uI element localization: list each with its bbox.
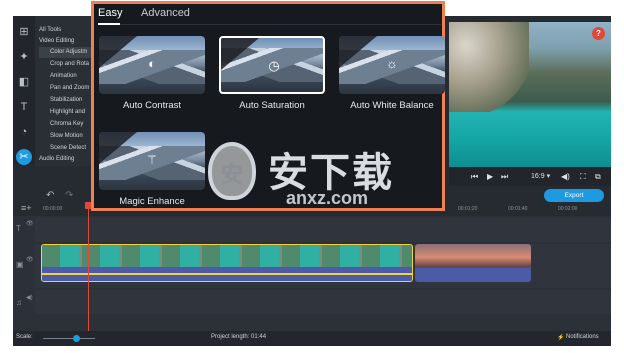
filter-thumb-auto-white-balance[interactable]: ☼ [339, 36, 445, 94]
tab-advanced[interactable]: Advanced [141, 7, 190, 19]
tree-item-slow-motion[interactable]: Slow Motion [50, 131, 83, 142]
audio-track [35, 290, 611, 314]
filter-label: Magic Enhance [119, 196, 185, 207]
magic-wand-tool-icon[interactable]: ✦ [16, 49, 32, 65]
timeline-tick: 00:01:40 [508, 206, 528, 212]
detach-icon[interactable]: ⧉ [595, 171, 601, 183]
filter-thumb-auto-saturation[interactable]: ◷ [219, 36, 325, 94]
tree-item-pan-zoom[interactable]: Pan and Zoom [50, 83, 89, 94]
contrast-icon: ◐ [148, 56, 156, 71]
status-bar: Scale: Project length: 01:44 ⚡ Notificat… [13, 331, 611, 346]
visibility-icon[interactable]: 👁 [26, 220, 34, 227]
tree-item-chroma-key[interactable]: Chroma Key [50, 119, 83, 130]
scale-slider[interactable] [43, 338, 95, 339]
thumb-corner [99, 36, 137, 68]
watermark: 安 安下载 anxz.com [208, 142, 448, 214]
notifications-link[interactable]: Notifications [566, 334, 599, 340]
filter-label: Auto Contrast [122, 100, 182, 111]
left-toolbar: ⊞ ✦ ◧ T ◔ ✂ [13, 16, 35, 165]
filter-thumb-auto-contrast[interactable]: ◐ [99, 36, 205, 94]
filter-label: Auto White Balance [350, 100, 434, 111]
video-preview: ? [449, 22, 611, 167]
import-icon[interactable]: ⊞ [16, 24, 32, 40]
volume-line[interactable] [42, 273, 412, 275]
visibility-icon[interactable]: 👁 [26, 256, 34, 263]
thumb-corner [99, 132, 137, 164]
timeline-tick: 00:01:20 [458, 206, 478, 212]
mute-icon[interactable]: ◀) [26, 294, 33, 301]
titles-icon[interactable]: T [16, 99, 32, 115]
bulb-icon: ☼ [386, 56, 398, 71]
transitions-icon[interactable]: ◧ [16, 74, 32, 90]
tab-easy[interactable]: Easy [98, 7, 122, 19]
tree-item-scene-detection[interactable]: Scene Detect [50, 143, 86, 154]
tree-item-highlight[interactable]: Highlight and [50, 107, 85, 118]
thumb-corner [221, 38, 259, 70]
timeline-tick: 00:00:00 [43, 206, 63, 212]
redo-icon[interactable]: ↷ [65, 190, 73, 201]
stickers-icon[interactable]: ◔ [16, 124, 32, 140]
watermark-shield-icon: 安 [208, 142, 256, 200]
undo-icon[interactable]: ↶ [46, 190, 54, 201]
prev-frame-icon[interactable]: ⏮ [471, 171, 478, 183]
player-controls: 16:9 ▾ ◀) ⛶ ⧉ ⏮ ▶ ⏭ [449, 167, 611, 187]
watermark-url: anxz.com [286, 188, 369, 208]
video-track-icon: ▣ [16, 260, 24, 269]
thumb-corner [339, 36, 377, 68]
play-icon[interactable]: ▶ [487, 171, 493, 183]
project-length: Project length: 01:44 [211, 334, 267, 340]
next-frame-icon[interactable]: ⏭ [501, 171, 508, 183]
tab-underline [98, 23, 120, 25]
selected-video-clip[interactable] [41, 244, 413, 282]
volume-icon[interactable]: ◀) [561, 171, 570, 183]
magic-wand-icon: ⚚ [146, 152, 158, 167]
fullscreen-icon[interactable]: ⛶ [580, 171, 586, 183]
playhead[interactable] [88, 204, 89, 334]
scale-slider-handle[interactable] [73, 335, 80, 342]
tree-item-animation[interactable]: Animation [50, 71, 77, 82]
export-button[interactable]: Export [544, 189, 604, 202]
filter-label: Auto Saturation [239, 100, 305, 111]
help-icon[interactable]: ? [592, 27, 605, 40]
scale-label: Scale: [16, 334, 33, 340]
add-track-icon[interactable]: ≡+ [21, 203, 32, 213]
tree-item-video-editing[interactable]: Video Editing [39, 36, 74, 47]
tree-item-audio-editing[interactable]: Audio Editing [39, 154, 74, 165]
title-track-icon: T [16, 224, 21, 233]
aspect-ratio-select[interactable]: 16:9 ▾ [531, 171, 550, 183]
tab-divider [98, 24, 441, 25]
music-track-icon: ♫ [16, 298, 22, 307]
timeline-tick: 00:02:00 [558, 206, 578, 212]
more-tools-icon[interactable]: ✂ [16, 149, 32, 165]
filter-thumb-magic-enhance[interactable]: ⚚ [99, 132, 205, 190]
bell-icon[interactable]: ⚡ [557, 334, 564, 341]
tree-item-stabilization[interactable]: Stabilization [50, 95, 82, 106]
video-clip[interactable] [415, 244, 531, 282]
tree-item-all-tools[interactable]: All Tools [39, 25, 61, 36]
preview-cliff [449, 22, 529, 112]
saturation-dial-icon: ◷ [268, 58, 280, 73]
tree-item-crop-rotate[interactable]: Crop and Rota [50, 59, 89, 70]
title-track [35, 218, 611, 242]
